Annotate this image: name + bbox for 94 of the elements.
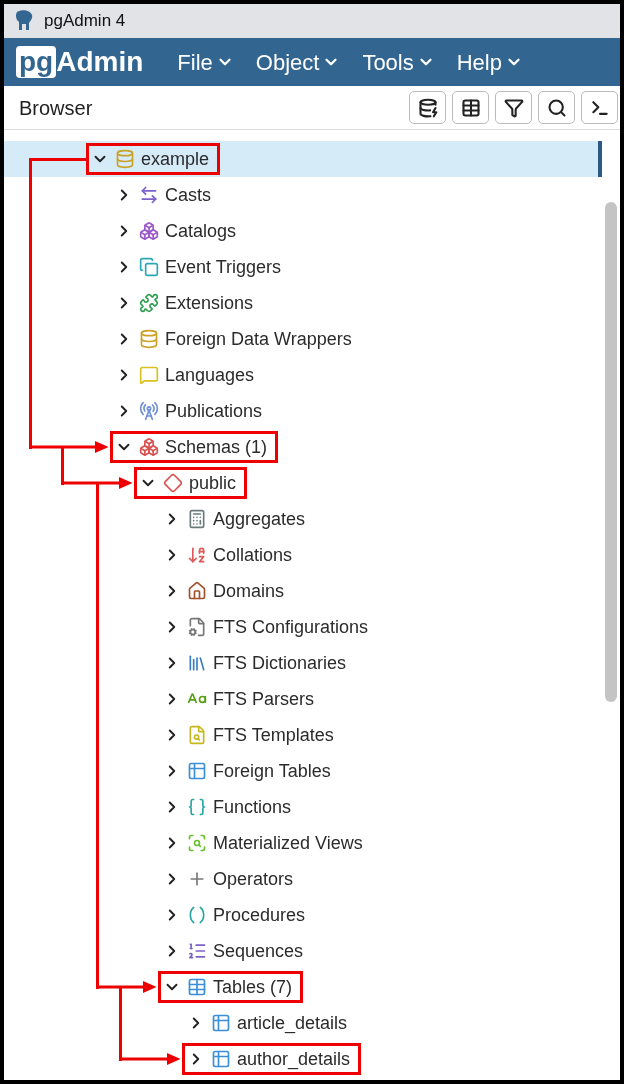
puzzle-icon (139, 293, 159, 313)
toolbar-button[interactable] (409, 91, 446, 124)
tree-label[interactable]: Schemas (1) (165, 433, 268, 461)
tree-label[interactable]: Catalogs (165, 217, 237, 245)
tree-row[interactable]: Schemas (1) (4, 429, 602, 465)
house-icon (187, 581, 207, 601)
scan-icon (187, 833, 207, 853)
braces-icon (187, 797, 207, 817)
tree-row[interactable]: Casts (4, 177, 602, 213)
tree-label[interactable]: FTS Configurations (213, 613, 369, 641)
calculator-icon (187, 509, 207, 529)
tree-row[interactable]: FTS Parsers (4, 681, 602, 717)
tree-row[interactable]: Event Triggers (4, 249, 602, 285)
diamond-icon (163, 473, 183, 493)
radio-tower-icon (139, 401, 159, 421)
boxes-icon (139, 437, 159, 457)
tree-label[interactable]: Publications (165, 397, 263, 425)
tree-label[interactable]: Functions (213, 793, 292, 821)
tree-label[interactable]: FTS Parsers (213, 685, 314, 713)
tree-label[interactable]: Tables (7) (213, 973, 293, 1001)
tree-row[interactable]: Catalogs (4, 213, 602, 249)
table-grid-icon (460, 97, 481, 118)
app-logo-icon (14, 10, 34, 32)
file-gear-icon (187, 617, 207, 637)
tree-row[interactable]: FTS Configurations (4, 609, 602, 645)
tree-row[interactable]: author_details (4, 1041, 602, 1077)
table-icon (187, 761, 207, 781)
tree-row[interactable]: Tables (7) (4, 969, 602, 1005)
tree-row[interactable]: Foreign Tables (4, 753, 602, 789)
copy-icon (139, 257, 159, 277)
speech-bubble-icon (139, 365, 159, 385)
tree-label[interactable]: article_details (237, 1009, 348, 1037)
tree-label[interactable]: public (189, 469, 237, 497)
table-icon (211, 1013, 231, 1033)
database-play-icon (417, 97, 438, 118)
tree-row[interactable]: Foreign Data Wrappers (4, 321, 602, 357)
tree-label[interactable]: author_details (237, 1045, 351, 1073)
tree-row[interactable]: Aggregates (4, 501, 602, 537)
tree-label[interactable]: Sequences (213, 937, 304, 965)
toolbar-button[interactable] (581, 91, 618, 124)
tree-label[interactable]: Casts (165, 181, 211, 209)
file-search-icon (187, 725, 207, 745)
parentheses-icon (187, 905, 207, 925)
tree-row[interactable]: Procedures (4, 897, 602, 933)
tree-label[interactable]: Languages (165, 361, 255, 389)
tree-label[interactable]: Collations (213, 541, 293, 569)
tree-row[interactable]: example (4, 141, 602, 177)
window-title: pgAdmin 4 (44, 10, 126, 33)
tree-row[interactable]: Operators (4, 861, 602, 897)
tree-label[interactable]: Foreign Tables (213, 757, 331, 785)
boxes-icon (139, 221, 159, 241)
tree-label[interactable]: Procedures (213, 901, 306, 929)
database-icon (139, 329, 159, 349)
tree-row[interactable]: Domains (4, 573, 602, 609)
tree-row[interactable]: article_details (4, 1005, 602, 1041)
tree-label[interactable]: example (141, 145, 210, 173)
tree-label[interactable]: Foreign Data Wrappers (165, 325, 352, 353)
toolbar-button[interactable] (538, 91, 575, 124)
tree-row[interactable]: Publications (4, 393, 602, 429)
menu-button[interactable]: Tools (362, 45, 435, 79)
database-icon (115, 149, 135, 169)
sort-icon (187, 545, 207, 565)
swap-arrows-icon (139, 185, 159, 205)
tree-row[interactable]: Materialized Views (4, 825, 602, 861)
tree-label[interactable]: Event Triggers (165, 253, 282, 281)
tree-label[interactable]: Materialized Views (213, 829, 363, 857)
menu-button[interactable]: File (177, 45, 234, 79)
filter-icon (503, 97, 524, 118)
tree-row[interactable]: FTS Dictionaries (4, 645, 602, 681)
leader-line (60, 445, 64, 485)
tree-label[interactable]: Aggregates (213, 505, 306, 533)
tree-row[interactable]: public (4, 465, 602, 501)
menu-button[interactable]: Object (255, 45, 341, 79)
table-icon (211, 1049, 231, 1069)
tree-label[interactable]: Extensions (165, 289, 254, 317)
tree-label[interactable]: Domains (213, 577, 285, 605)
numbered-list-icon (187, 941, 207, 961)
tree-row[interactable]: Functions (4, 789, 602, 825)
pgadmin-logo[interactable]: pgAdmin (16, 46, 144, 78)
search-icon (546, 97, 567, 118)
tree-label[interactable]: FTS Dictionaries (213, 649, 347, 677)
tree-row[interactable]: Sequences (4, 933, 602, 969)
toolbar-button[interactable] (495, 91, 532, 124)
tree-row[interactable]: FTS Templates (4, 717, 602, 753)
tree-label[interactable]: FTS Templates (213, 721, 334, 749)
panel-title: Browser (19, 95, 93, 121)
tree-row[interactable]: Collations (4, 537, 602, 573)
tree-label[interactable]: Operators (213, 865, 294, 893)
tree-row[interactable]: Languages (4, 357, 602, 393)
tree-row[interactable]: Extensions (4, 285, 602, 321)
toolbar-button[interactable] (452, 91, 489, 124)
books-icon (187, 653, 207, 673)
menu-button[interactable]: Help (456, 45, 523, 79)
table-icon (187, 977, 207, 997)
